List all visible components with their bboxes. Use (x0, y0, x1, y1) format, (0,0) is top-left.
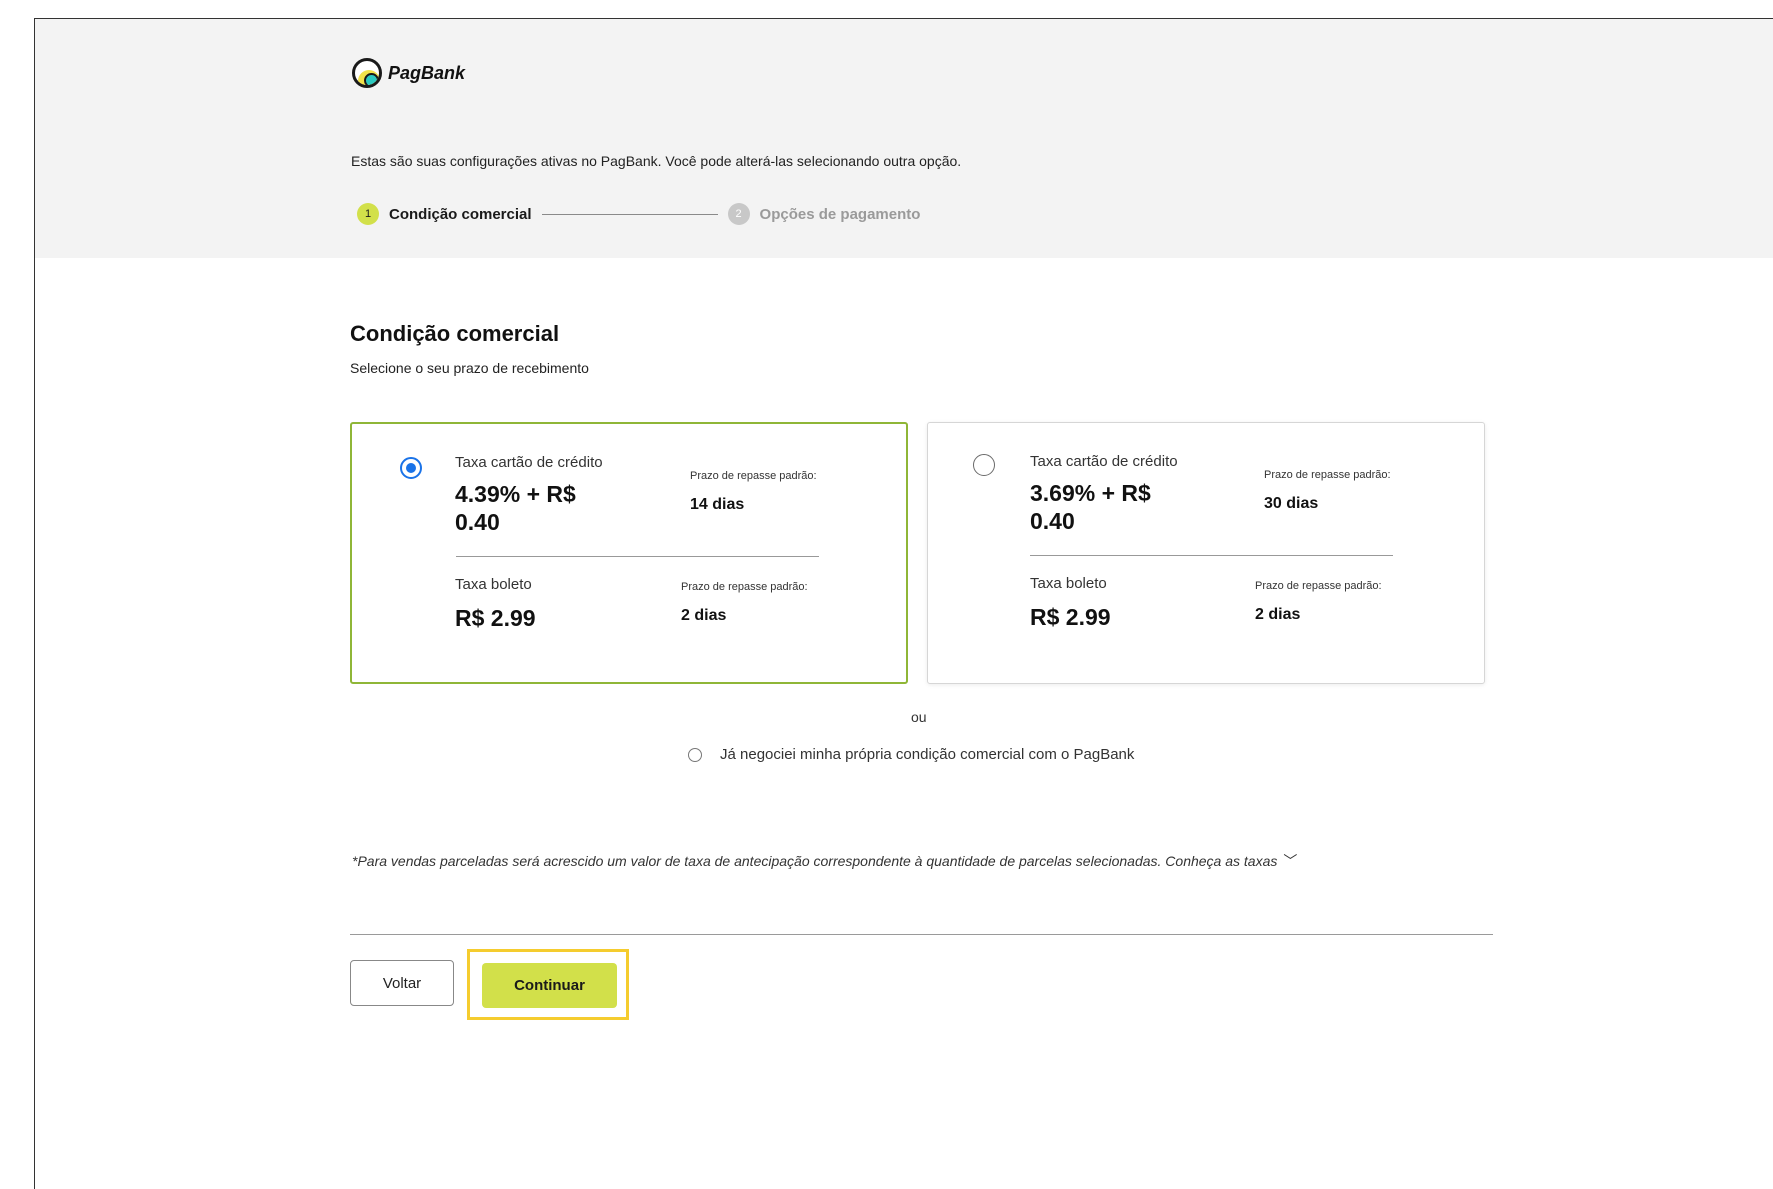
credit-term-value: 14 dias (690, 496, 745, 513)
boleto-label: Taxa boleto (455, 576, 532, 593)
section-title: Condição comercial (350, 321, 560, 346)
own-condition-label: Já negociei minha própria condição comer… (720, 746, 1135, 763)
boleto-rate: R$ 2.99 (1030, 604, 1111, 630)
or-separator: ou (911, 709, 927, 725)
boleto-term-label: Prazo de repasse padrão: (1255, 580, 1382, 592)
credit-rate-line1: 3.69% + R$ (1030, 480, 1151, 506)
pagbank-logo: PagBank (352, 58, 465, 88)
own-condition-option[interactable]: Já negociei minha própria condição comer… (688, 746, 1134, 763)
step-2-number: 2 (727, 203, 750, 225)
credit-term-label: Prazo de repasse padrão: (690, 470, 817, 482)
step-connector (541, 213, 718, 215)
boleto-term-value: 2 dias (1255, 606, 1301, 623)
credit-term-value: 30 dias (1264, 495, 1319, 512)
step-1-label: Condição comercial (389, 205, 532, 223)
credit-rate-line1: 4.39% + R$ (455, 481, 576, 507)
step-2-label: Opções de pagamento (759, 205, 921, 223)
boleto-term-label: Prazo de repasse padrão: (681, 581, 808, 593)
plan-radio-selected[interactable] (400, 457, 422, 479)
continue-button[interactable]: Continuar (482, 963, 617, 1008)
intro-text: Estas são suas configurações ativas no P… (351, 153, 962, 169)
credit-rate-line2: 0.40 (1030, 508, 1075, 534)
installment-note-text: *Para vendas parceladas será acrescido u… (352, 853, 1278, 869)
plan-card-30-days[interactable]: Taxa cartão de crédito 3.69% + R$ 0.40 P… (927, 422, 1485, 684)
own-condition-radio[interactable] (688, 747, 702, 762)
chevron-down-icon[interactable]: ﹀ (1283, 851, 1297, 871)
pagbank-logo-icon (352, 58, 382, 88)
credit-label: Taxa cartão de crédito (1030, 453, 1178, 470)
section-subtitle: Selecione o seu prazo de recebimento (350, 360, 589, 376)
step-1-number: 1 (357, 203, 379, 225)
boleto-label: Taxa boleto (1030, 575, 1107, 592)
boleto-rate: R$ 2.99 (455, 605, 536, 631)
card-divider (456, 556, 819, 557)
installment-note: *Para vendas parceladas será acrescido u… (352, 851, 1297, 871)
plan-card-14-days[interactable]: Taxa cartão de crédito 4.39% + R$ 0.40 P… (350, 422, 908, 684)
plan-radio-unselected[interactable] (973, 454, 995, 476)
credit-term-label: Prazo de repasse padrão: (1264, 469, 1391, 481)
credit-rate-line2: 0.40 (455, 509, 500, 535)
credit-label: Taxa cartão de crédito (455, 454, 603, 471)
card-divider (1030, 555, 1393, 556)
boleto-term-value: 2 dias (681, 607, 727, 624)
back-button[interactable]: Voltar (350, 960, 454, 1006)
footer-divider (350, 934, 1493, 935)
brand-name: PagBank (388, 62, 466, 83)
stepper: 1 Condição comercial 2 Opções de pagamen… (357, 203, 920, 225)
